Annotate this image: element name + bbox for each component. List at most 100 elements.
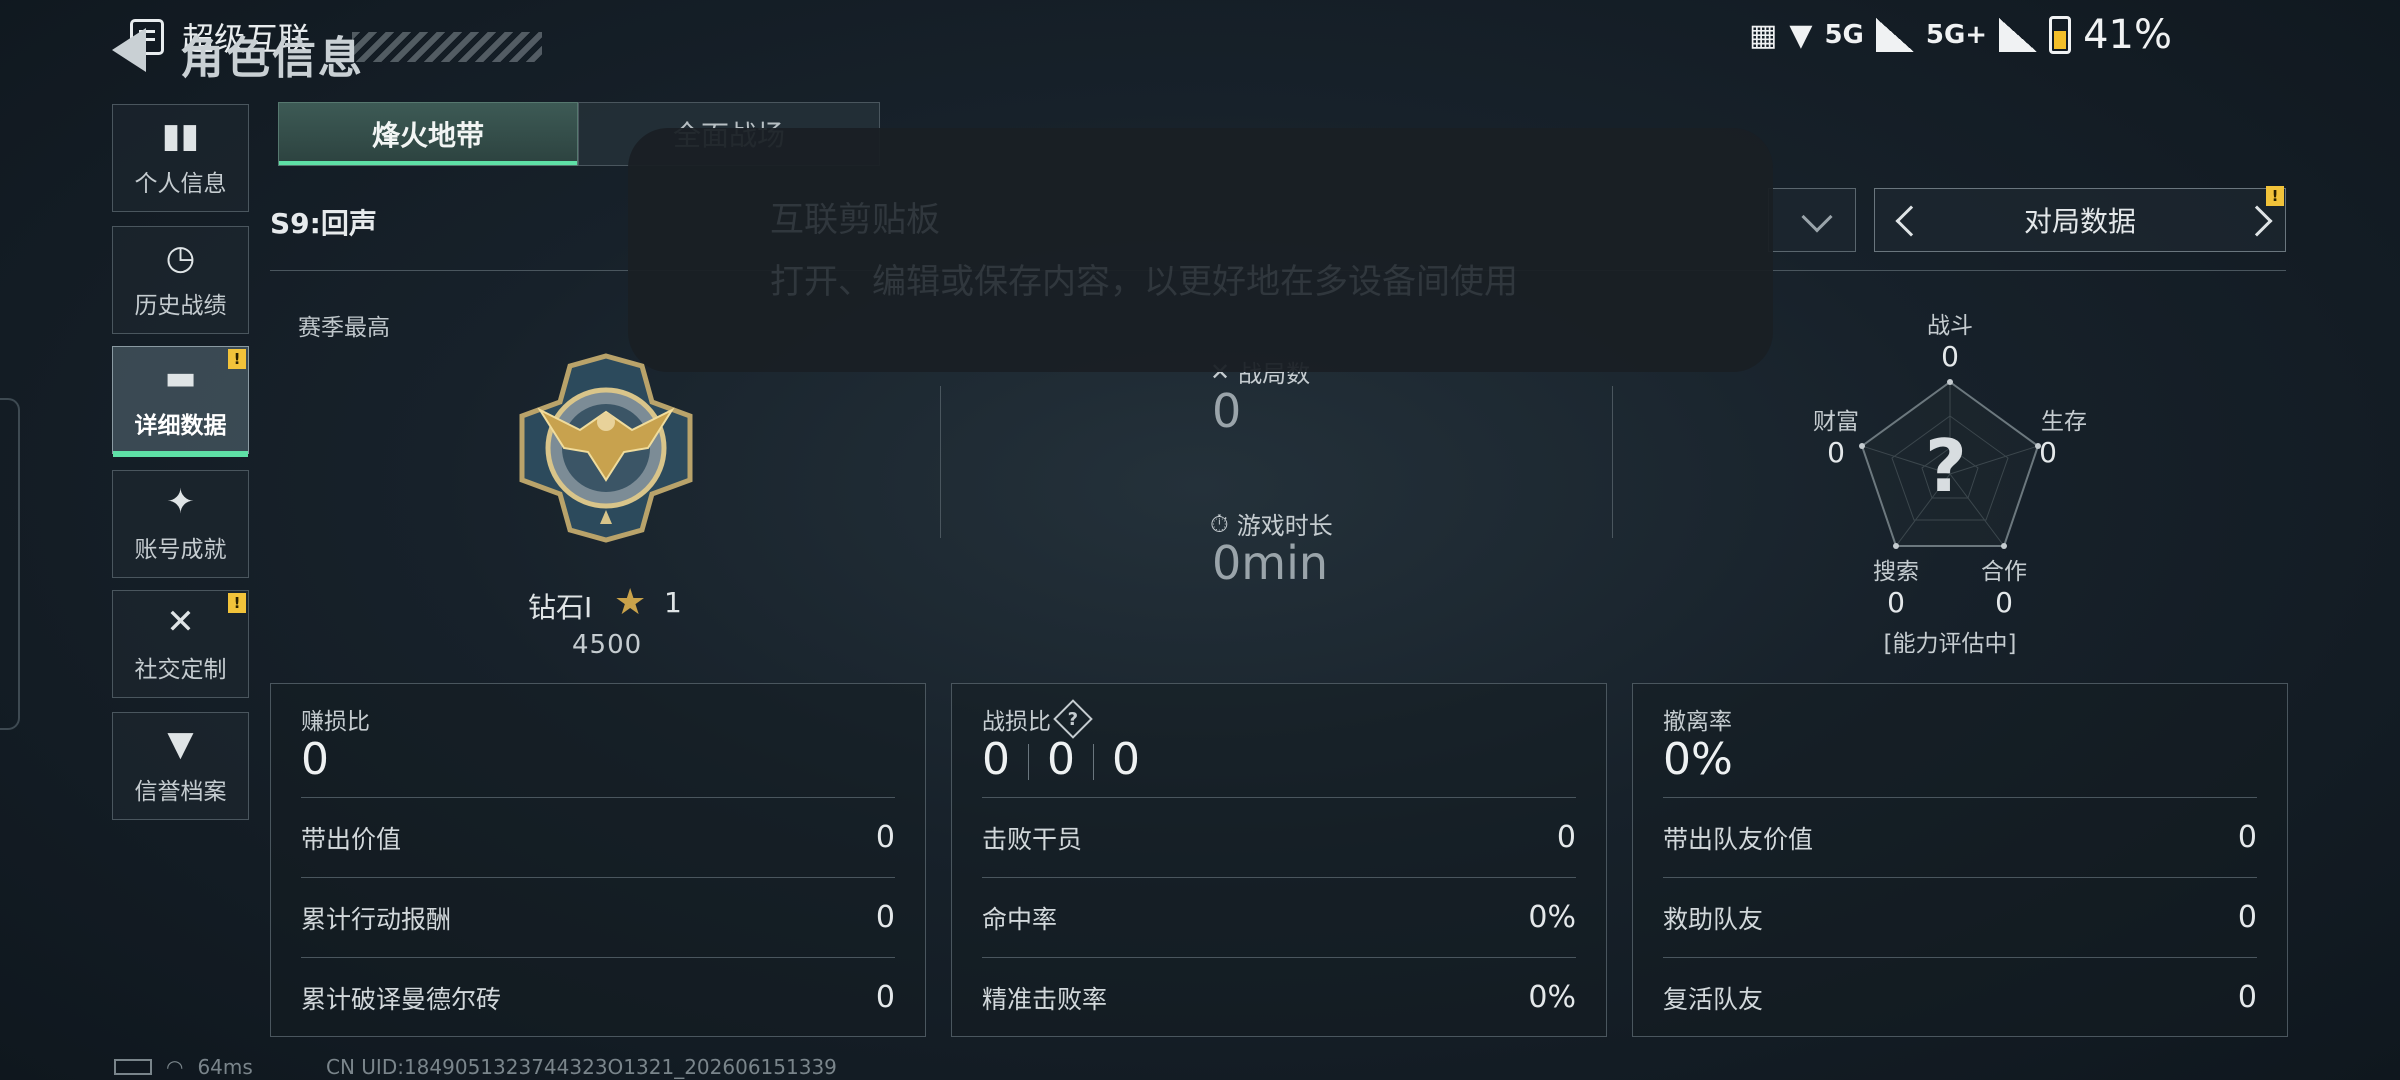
bar-chart-icon: ▮▮ [161,116,200,156]
panel-title: 撤离率 [1663,709,1732,735]
sidebar-item-history[interactable]: ◷ 历史战绩 [112,226,249,334]
warning-badge: ! [228,593,246,613]
stat-row: 累计行动报酬 0 [301,877,895,957]
radar-axis-label: 财富 [1813,409,1859,435]
title-decoration [352,32,542,62]
status-bar-right: ▦ ▼ 5G 5G+ 41% [1749,12,2172,58]
warning-badge: ! [2266,186,2284,206]
radar-axis-value: 0 [1941,340,1959,373]
page-title: 角色信息 [180,33,364,84]
sidebar-item-label: 社交定制 [134,657,227,683]
battery-level: 41% [2083,12,2172,58]
network-label-2: 5G+ [1925,20,1988,50]
warning-badge: ! [228,349,246,369]
divider [1612,386,1613,538]
sidebar-item-label: 个人信息 [134,171,227,197]
stat-row: 复活队友 0 [1663,957,2257,1037]
sidebar-item-label: 详细数据 [134,413,227,439]
divider [940,386,941,538]
deaths-value: 0 [1047,734,1075,785]
panel-title: 赚损比 [301,709,370,735]
panel-value: 0 [301,734,329,785]
stat-row: 命中率 0% [982,877,1576,957]
stat-label: 命中率 [982,904,1058,934]
folder-icon: ▬ [164,358,197,398]
season-label: S9:回声 [270,207,377,240]
data-type-selector[interactable]: 对局数据 [1874,188,2286,252]
tab-label: 烽火地带 [371,119,484,152]
stat-label: 精准击败率 [982,984,1108,1014]
assists-value: 0 [1112,734,1140,785]
footer-status: ◠ 64ms [114,1055,253,1079]
stat-label: 复活队友 [1663,984,1764,1014]
rank-medal-icon [519,353,693,543]
battery-icon [2049,16,2072,54]
sidebar-item-social[interactable]: ! ✕ 社交定制 [112,590,249,698]
tab-firezone[interactable]: 烽火地带 [278,102,578,166]
panel-value: 0% [1663,734,1733,785]
selector-label: 对局数据 [2023,205,2136,238]
radar-center-symbol: ? [1925,424,1967,508]
help-symbol: ? [1067,708,1079,730]
stat-label: 累计破译曼德尔砖 [301,984,502,1014]
stat-value: 0% [1528,900,1576,935]
radar-status: [能力评估中] [1883,631,2017,657]
history-icon: ◷ [165,238,196,278]
rank-star-icon: ★ [614,582,647,623]
kills-value: 0 [982,734,1010,785]
radar-axis-label: 合作 [1981,559,2027,585]
stat-label: 带出价值 [301,824,402,854]
playtime-value: 0min [1212,536,1329,590]
signal-icon-2 [1999,18,2038,52]
stat-label: 带出队友价值 [1663,824,1814,854]
stat-value: 0 [1556,820,1576,855]
stat-row: 击败干员 0 [982,797,1576,877]
radar-axis-value: 0 [1995,586,2013,619]
tools-icon: ✕ [166,602,195,642]
shield-icon: ▼ [167,724,194,764]
stat-row: 精准击败率 0% [982,957,1576,1037]
rank-score: 4500 [572,630,643,660]
stat-value: 0 [875,900,895,935]
sidebar-item-label: 账号成就 [134,537,227,563]
stat-row: 带出价值 0 [301,797,895,877]
battery-icon [114,1059,152,1075]
kda-values: 000 [982,734,1140,785]
season-best-label: 赛季最高 [298,315,390,341]
radar-axis-value: 0 [1827,436,1845,469]
help-icon[interactable]: ? [1053,699,1093,739]
stopwatch-icon: ⏱ [1210,509,1229,538]
edge-handle[interactable] [0,398,20,730]
stat-value: 0 [2237,820,2257,855]
profit-panel: 赚损比 0 带出价值 0 累计行动报酬 0 累计破译曼德尔砖 0 [270,683,926,1037]
radar-axis-value: 0 [2039,436,2057,469]
stat-row: 救助队友 0 [1663,877,2257,957]
radar-axis-label: 生存 [2041,409,2087,435]
stat-value: 0 [875,980,895,1015]
sidebar-item-label: 信誉档案 [134,779,227,805]
sidebar-item-detailed-data[interactable]: ! ▬ 详细数据 [112,346,249,457]
stat-label: 累计行动报酬 [301,904,452,934]
stat-value: 0 [2237,980,2257,1015]
sidebar-item-reputation[interactable]: ▼ 信誉档案 [112,712,249,820]
sidebar-item-personal-info[interactable]: ▮▮ 个人信息 [112,104,249,212]
ping-value: 64ms [197,1055,253,1079]
sidebar-item-achievements[interactable]: ✦ 账号成就 [112,470,249,578]
toast-body: 打开、编辑或保存内容，以更好地在多设备间使用 [770,262,1518,302]
radar-axis-label: 搜索 [1873,559,1919,585]
stat-row: 累计破译曼德尔砖 0 [301,957,895,1037]
stat-value: 0% [1528,980,1576,1015]
network-label-1: 5G [1824,20,1864,50]
stat-label: 击败干员 [982,824,1083,854]
clipboard-toast[interactable] [628,128,1773,372]
radar-axis-label: 战斗 [1927,313,1973,339]
kda-separator [1028,744,1029,780]
matches-value: 0 [1212,384,1242,438]
panel-title-wrap: 战损比 ? [982,699,1093,739]
nfc-icon: ▦ [1749,17,1778,53]
stat-row: 带出队友价值 0 [1663,797,2257,877]
back-arrow-icon[interactable] [112,28,146,72]
kda-separator [1093,744,1094,780]
radar-axis-value: 0 [1887,586,1905,619]
signal-icon [1875,18,1914,52]
